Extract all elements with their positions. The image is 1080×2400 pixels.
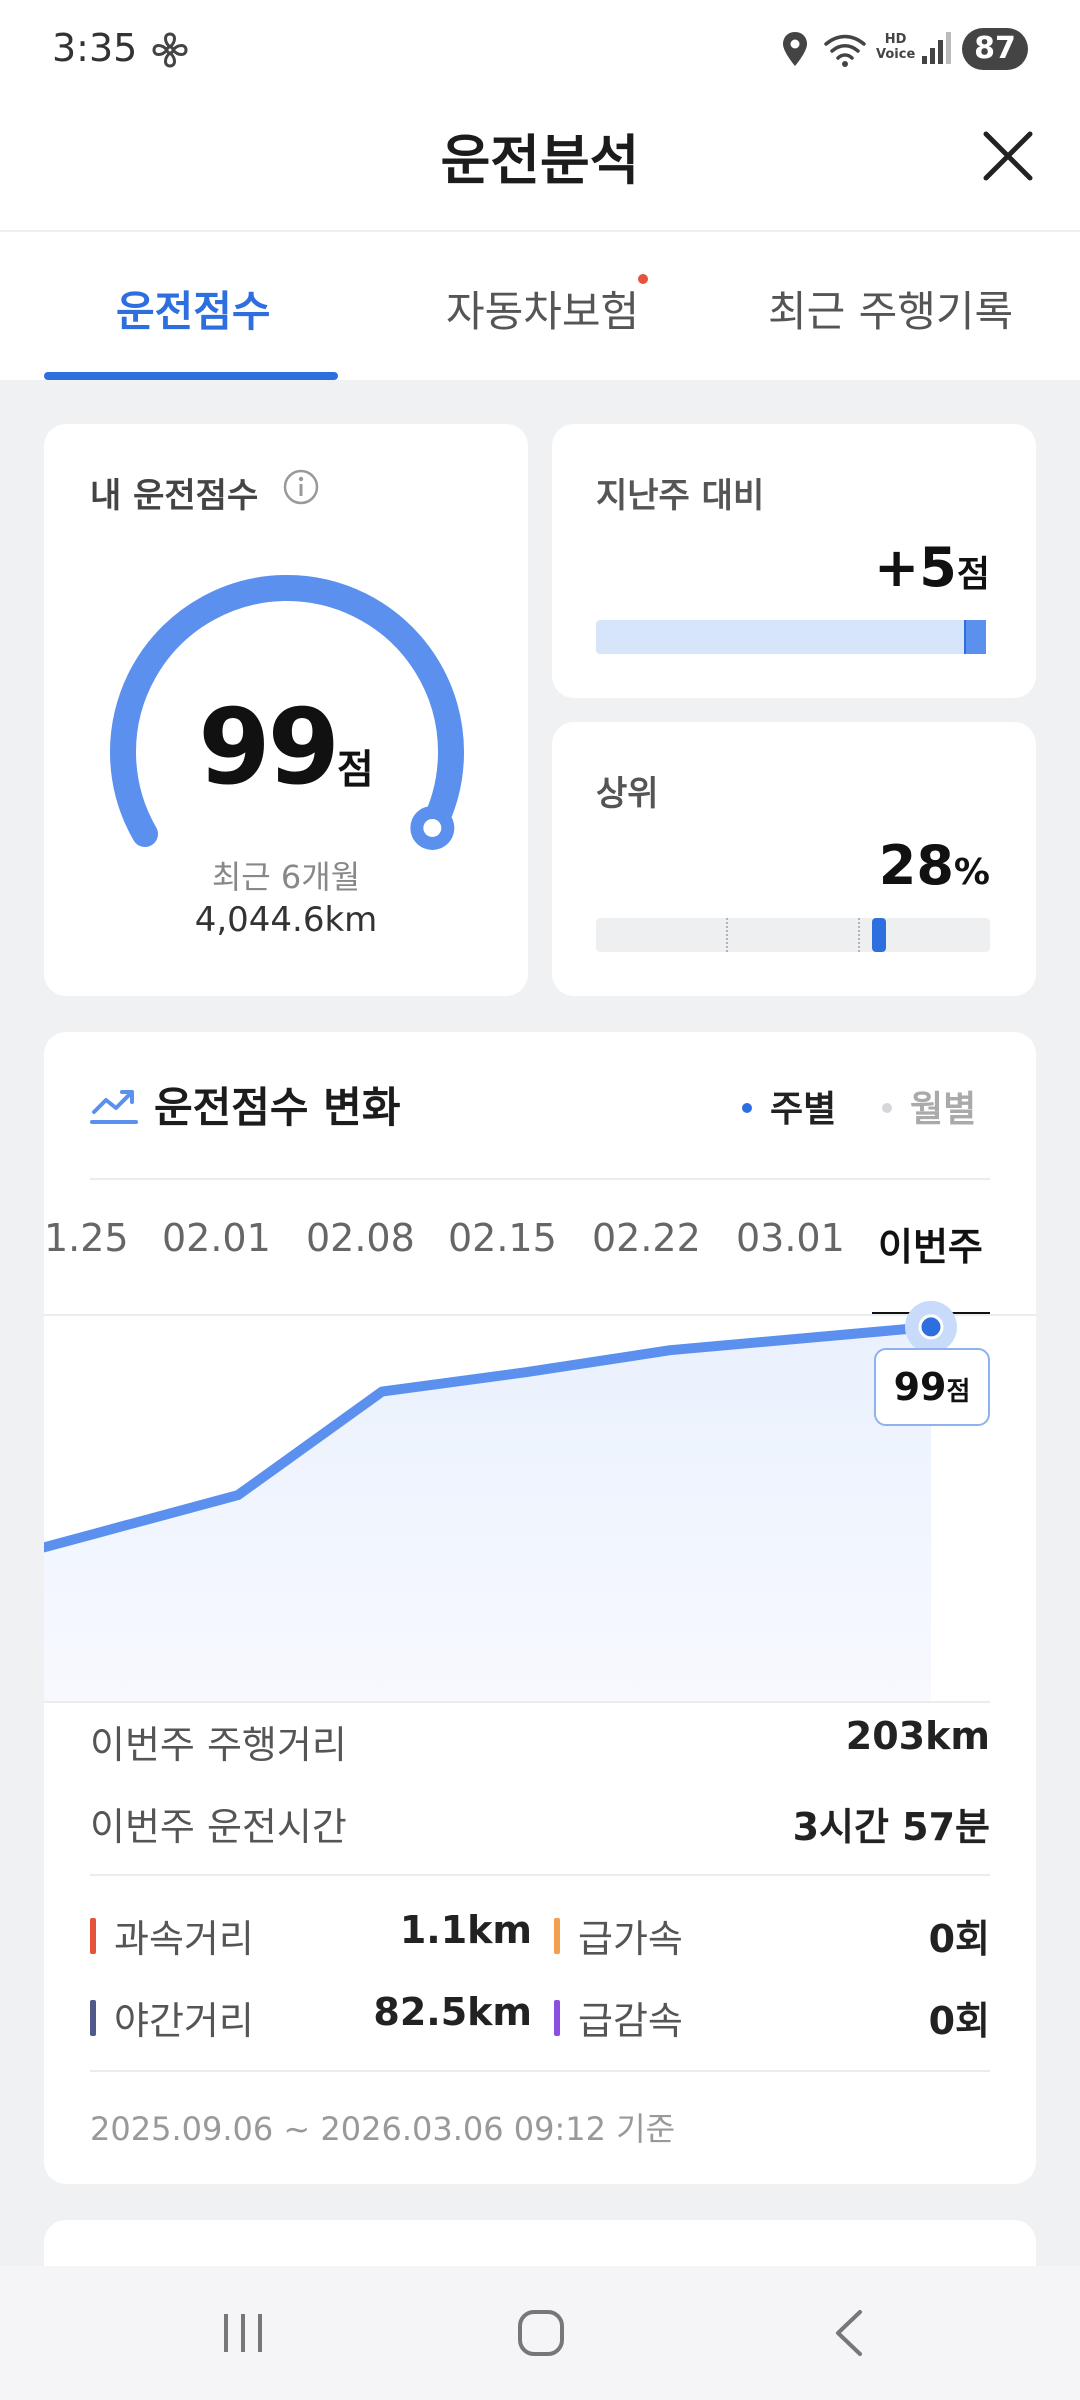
toggle-monthly[interactable]: 월별 xyxy=(882,1080,976,1132)
toggle-weekly-label: 주별 xyxy=(770,1089,837,1130)
rank-bar xyxy=(596,918,990,952)
week-label[interactable]: 02.15 xyxy=(448,1216,557,1260)
week-label[interactable]: 03.01 xyxy=(736,1216,845,1260)
overspeed-item: 과속거리 xyxy=(90,1908,254,1963)
week-compare-number: +5 xyxy=(874,536,957,599)
tab-driving-score[interactable]: 운전점수 xyxy=(116,278,271,339)
decel-value: 0회 xyxy=(928,1999,990,2043)
rank-bar-tick xyxy=(858,918,860,952)
rank-bar-tick xyxy=(726,918,728,952)
status-time: 3:35 xyxy=(52,26,138,70)
week-compare-value: +5점 xyxy=(874,536,990,599)
rank-label: 상위 xyxy=(596,774,659,814)
back-icon[interactable] xyxy=(830,2308,870,2358)
system-nav-bar xyxy=(0,2266,1080,2400)
recent-apps-icon[interactable] xyxy=(220,2308,266,2358)
score-card-label: 내 운전점수 xyxy=(90,476,259,516)
overspeed-label: 과속거리 xyxy=(114,1917,254,1961)
week-compare-card: 지난주 대비 +5점 xyxy=(552,424,1036,698)
week-compare-bar xyxy=(596,620,986,654)
decel-item: 급감속 xyxy=(554,1990,683,2045)
page-header: 운전분석 xyxy=(0,96,1080,232)
score-distance: 4,044.6km xyxy=(194,900,378,940)
score-trend-card: 운전점수 변화 주별 월별 1.25 02.01 02.08 02.15 02.… xyxy=(44,1032,1036,2184)
trend-up-icon xyxy=(90,1090,138,1124)
battery-indicator: 87 xyxy=(962,28,1028,70)
divider xyxy=(90,1874,990,1876)
tooltip-unit: 점 xyxy=(946,1377,971,1407)
overspeed-color-bar xyxy=(90,1917,96,1954)
rank-value: 28% xyxy=(879,834,990,897)
active-tab-indicator xyxy=(44,372,338,380)
accel-color-bar xyxy=(554,1917,560,1954)
fan-icon xyxy=(152,32,188,68)
rank-marker xyxy=(872,918,886,952)
hd-label: HD xyxy=(884,32,907,47)
night-value: 82.5km xyxy=(373,1990,532,2034)
toggle-weekly-dot xyxy=(742,1103,752,1113)
info-icon[interactable] xyxy=(282,468,320,506)
new-badge-dot xyxy=(638,274,648,284)
accel-value: 0회 xyxy=(928,1917,990,1961)
weekly-distance-row: 이번주 주행거리 203km xyxy=(90,1714,990,1769)
location-icon xyxy=(783,32,807,66)
accel-label: 급가속 xyxy=(578,1917,683,1961)
page-title: 운전분석 xyxy=(440,129,640,192)
weekly-distance-value: 203km xyxy=(845,1714,990,1758)
toggle-monthly-label: 월별 xyxy=(910,1089,977,1130)
voice-label: Voice xyxy=(876,47,916,62)
week-label[interactable]: 02.22 xyxy=(592,1216,701,1260)
week-label[interactable]: 1.25 xyxy=(44,1216,129,1260)
weekly-time-row: 이번주 운전시간 3시간 57분 xyxy=(90,1796,990,1851)
weekly-time-label: 이번주 운전시간 xyxy=(90,1805,347,1849)
close-icon[interactable] xyxy=(978,126,1038,186)
rank-card: 상위 28% xyxy=(552,722,1036,996)
weekly-time-value: 3시간 57분 xyxy=(792,1805,990,1849)
wifi-icon xyxy=(824,34,866,67)
score-value: 99점 xyxy=(44,686,528,808)
home-icon[interactable] xyxy=(516,2308,566,2358)
tab-car-insurance[interactable]: 자동차보험 xyxy=(446,278,639,339)
toggle-weekly[interactable]: 주별 xyxy=(742,1080,836,1132)
trend-title: 운전점수 변화 xyxy=(154,1083,401,1132)
week-compare-unit: 점 xyxy=(956,554,990,595)
week-label-current[interactable]: 이번주 xyxy=(878,1216,983,1271)
tooltip-number: 99 xyxy=(893,1365,947,1409)
driving-score-card: 내 운전점수 99점 최근 6개월 4,044.6km xyxy=(44,424,528,996)
rank-unit: % xyxy=(953,852,990,893)
rank-number: 28 xyxy=(878,834,954,897)
signal-icon xyxy=(922,32,951,64)
status-bar: 3:35 HD Voice 87 xyxy=(0,0,1080,96)
night-color-bar xyxy=(90,1999,96,2036)
tab-bar: 운전점수 자동차보험 최근 주행기록 xyxy=(0,232,1080,380)
week-label[interactable]: 02.01 xyxy=(162,1216,271,1260)
divider xyxy=(90,2070,990,2072)
weekly-distance-label: 이번주 주행거리 xyxy=(90,1723,347,1767)
score-trend-chart xyxy=(44,1300,990,1703)
week-label[interactable]: 02.08 xyxy=(306,1216,415,1260)
data-basis-date: 2025.09.06 ~ 2026.03.06 09:12 기준 xyxy=(90,2110,676,2148)
decel-label: 급감속 xyxy=(578,1999,683,2043)
trend-point-current[interactable] xyxy=(918,1314,944,1340)
night-item: 야간거리 xyxy=(90,1990,254,2045)
tab-recent-trips[interactable]: 최근 주행기록 xyxy=(768,278,1013,339)
week-compare-label: 지난주 대비 xyxy=(596,476,765,516)
overspeed-value: 1.1km xyxy=(399,1908,532,1952)
hd-voice-icon: HD Voice xyxy=(876,32,915,62)
accel-item: 급가속 xyxy=(554,1908,683,1963)
score-gauge-knob-center xyxy=(423,818,442,837)
score-unit: 점 xyxy=(336,747,374,793)
night-label: 야간거리 xyxy=(114,1999,254,2043)
score-number: 99 xyxy=(198,686,340,808)
decel-color-bar xyxy=(554,1999,560,2036)
week-compare-marker xyxy=(964,620,986,654)
score-tooltip: 99점 xyxy=(874,1348,990,1426)
toggle-monthly-dot xyxy=(882,1103,892,1113)
score-period: 최근 6개월 xyxy=(211,858,361,896)
